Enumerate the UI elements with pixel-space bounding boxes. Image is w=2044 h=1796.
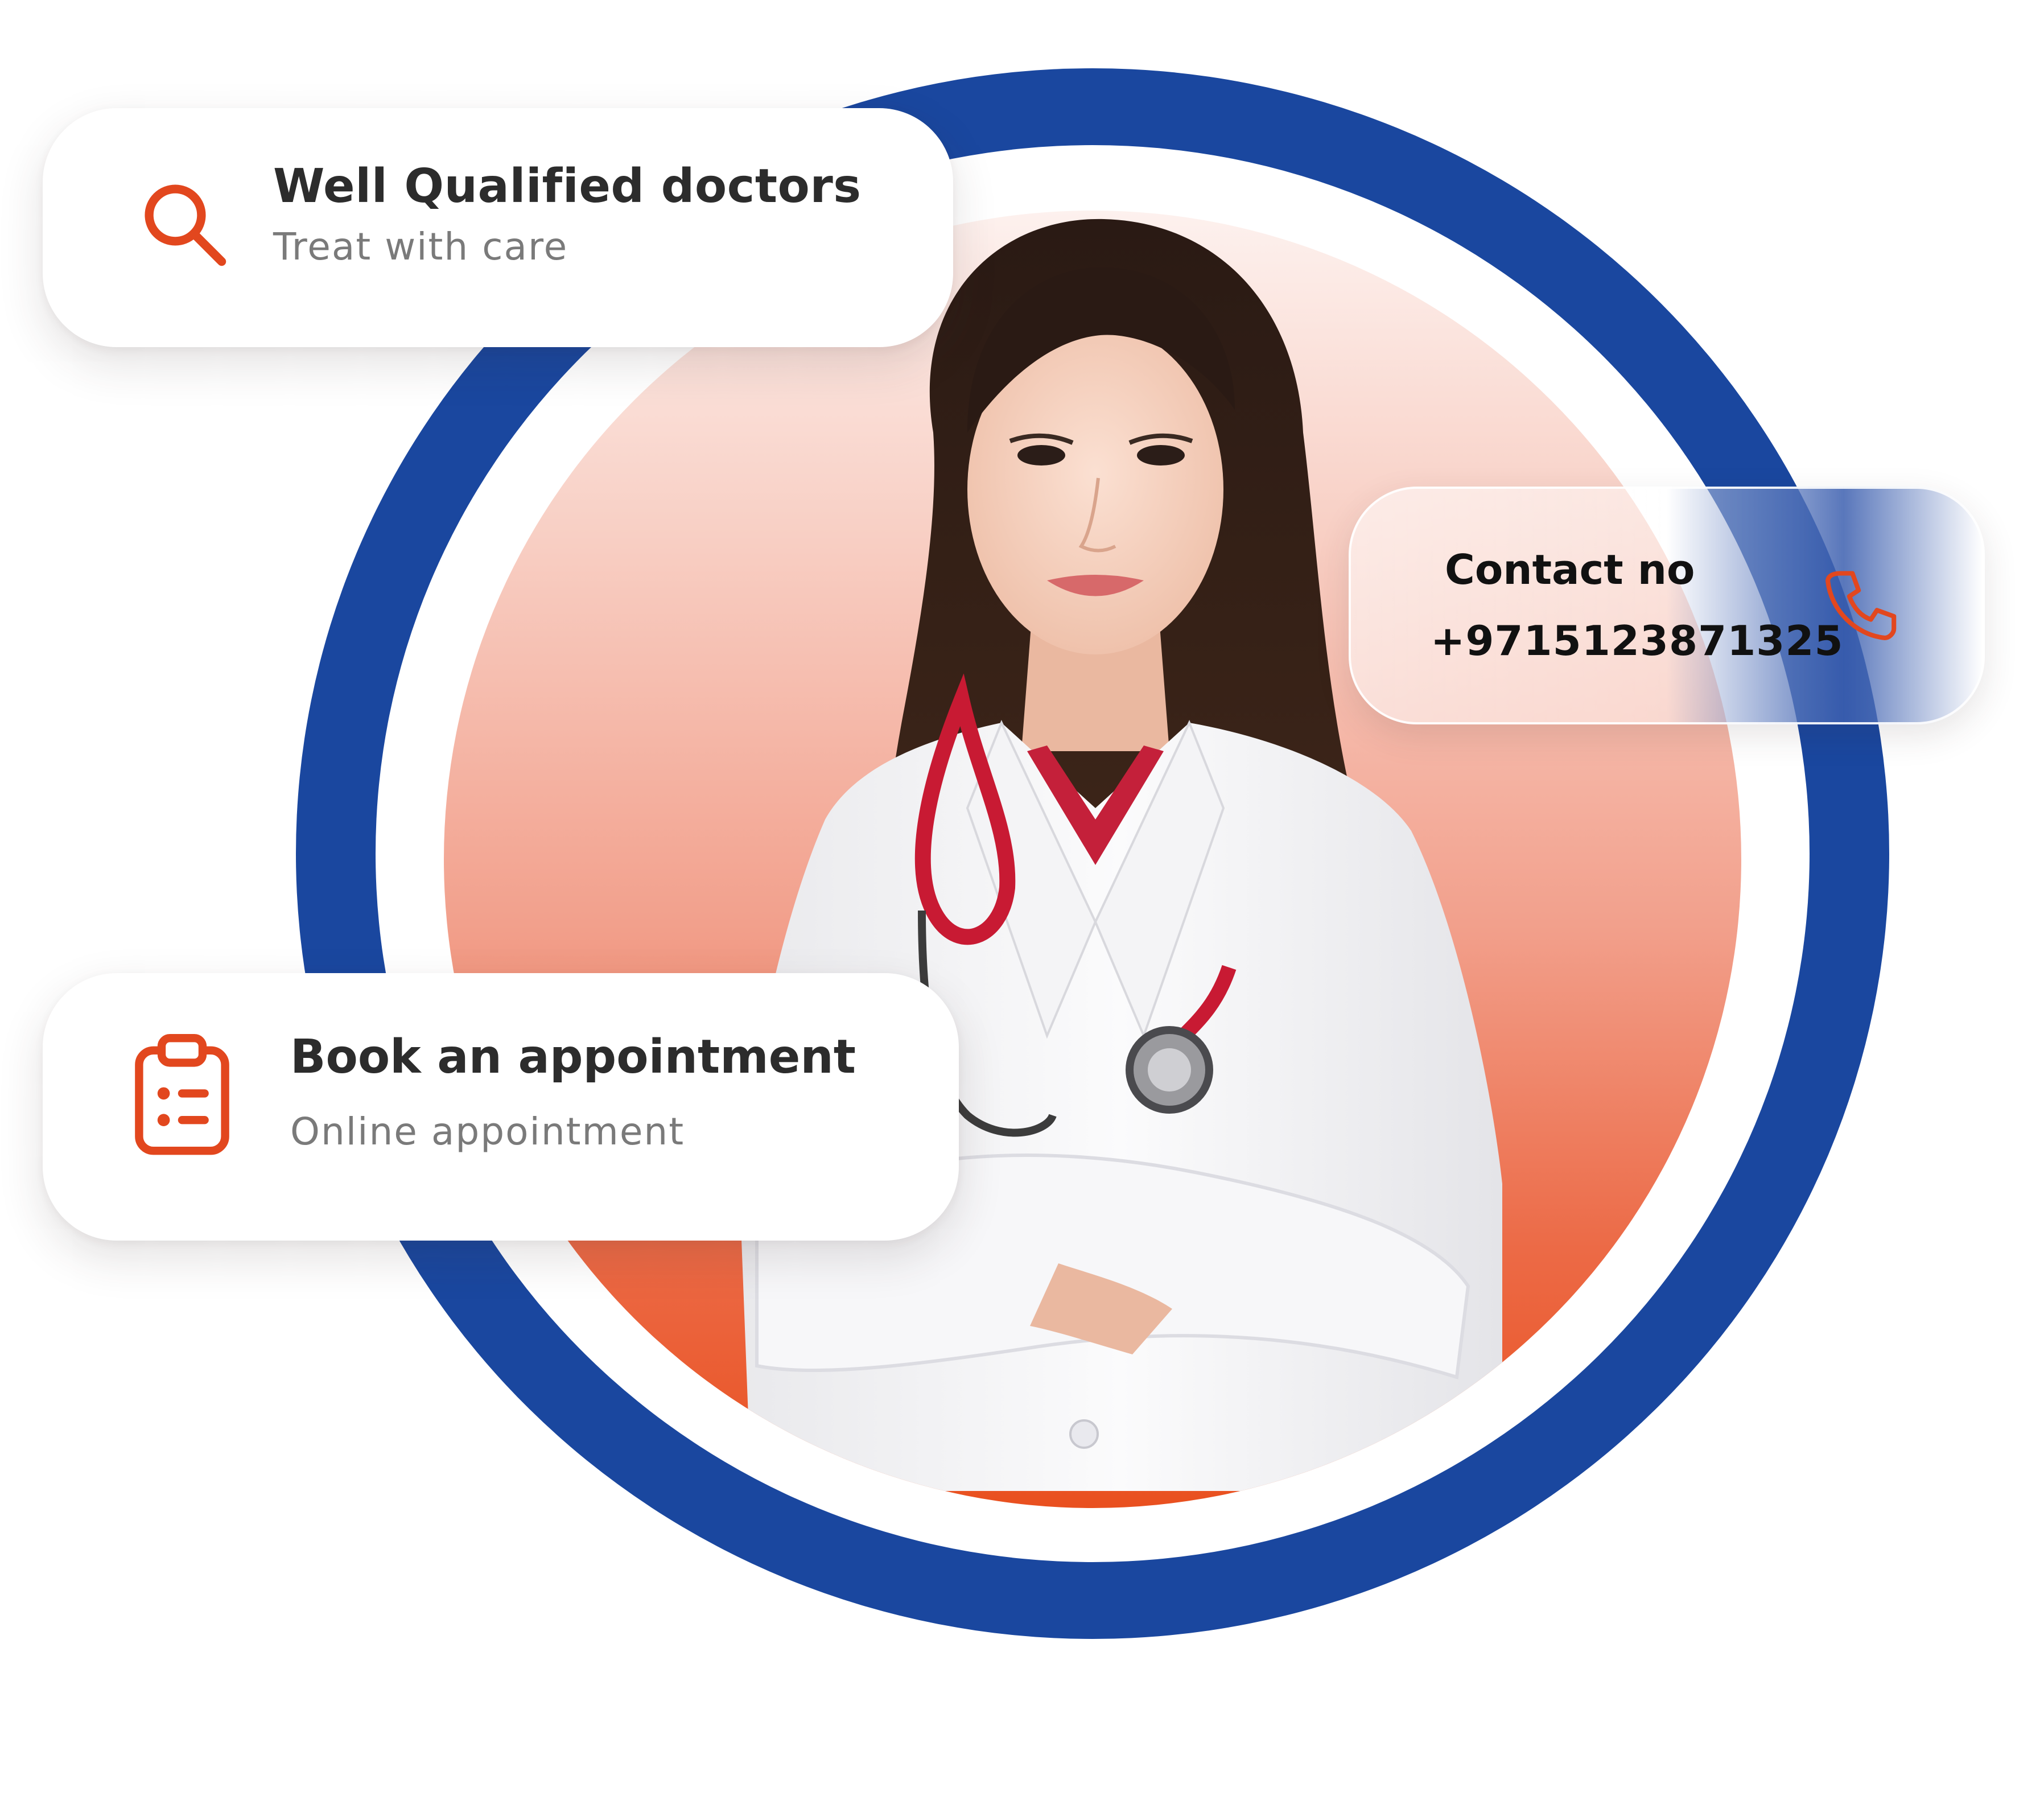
search-icon: [145, 184, 226, 266]
card-subtitle: Treat with care: [273, 225, 568, 269]
clipboard-icon: [135, 1034, 229, 1155]
hero-illustration: Well Qualified doctors Treat with care C…: [0, 0, 2044, 1796]
card-title: Book an appointment: [290, 1030, 856, 1084]
phone-icon[interactable]: [1823, 566, 1900, 642]
qualified-doctors-card[interactable]: Well Qualified doctors Treat with care: [43, 108, 953, 347]
book-appointment-card[interactable]: Book an appointment Online appointment: [43, 973, 959, 1241]
card-subtitle: Online appointment: [290, 1110, 685, 1154]
contact-label: Contact no: [1445, 546, 1695, 594]
contact-phone-number[interactable]: +9715123871325: [1431, 617, 1844, 665]
card-title: Well Qualified doctors: [273, 159, 862, 213]
contact-card[interactable]: Contact no +9715123871325: [1349, 487, 1985, 724]
